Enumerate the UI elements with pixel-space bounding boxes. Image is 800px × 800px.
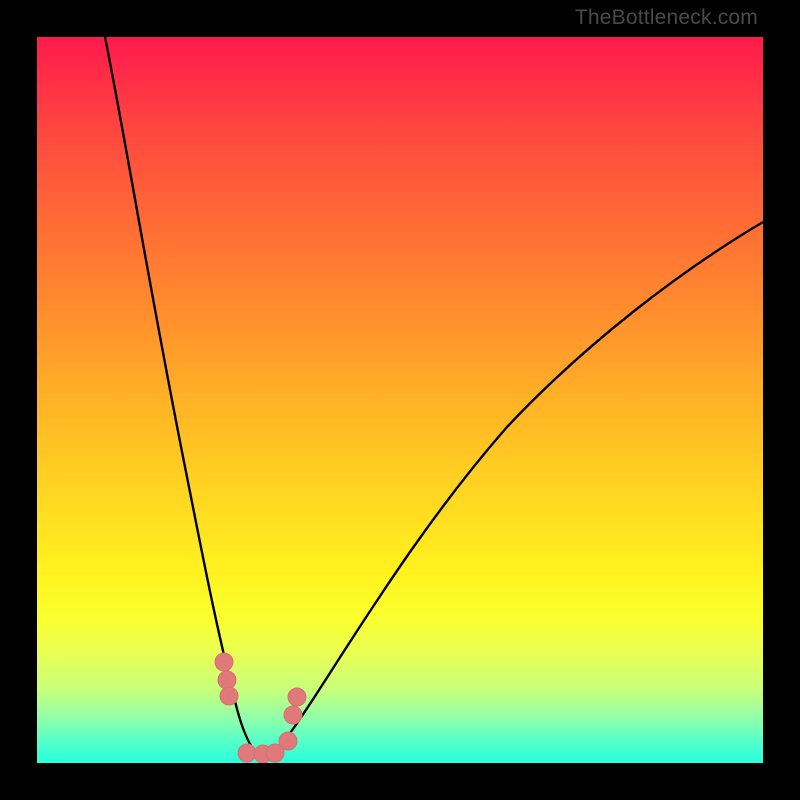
marker-group xyxy=(215,653,306,763)
marker-dot xyxy=(238,744,256,762)
curve-group xyxy=(105,37,763,761)
curve-left xyxy=(105,37,267,761)
watermark-label: TheBottleneck.com xyxy=(575,6,758,30)
marker-dot xyxy=(218,671,236,689)
plot-area xyxy=(37,37,763,763)
chart-svg xyxy=(37,37,763,763)
curve-right xyxy=(267,222,763,761)
chart-frame: TheBottleneck.com xyxy=(0,0,800,800)
marker-dot xyxy=(284,706,302,724)
marker-dot xyxy=(215,653,233,671)
marker-dot xyxy=(279,732,297,750)
marker-dot xyxy=(220,687,238,705)
marker-dot xyxy=(288,688,306,706)
